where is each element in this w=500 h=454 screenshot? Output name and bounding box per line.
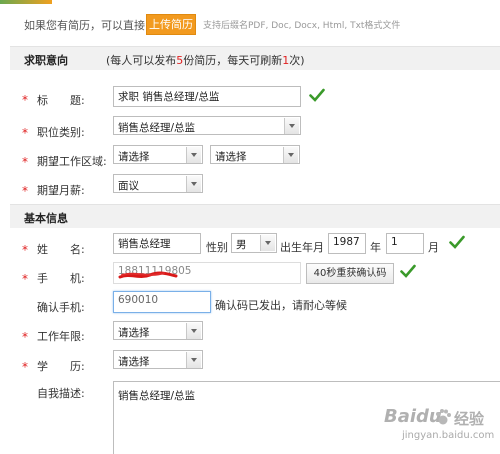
salary-label: 期望月薪:: [37, 184, 85, 197]
section-job-intent: 求职意向 (每人可以发布5份简历，每天可刷新1次): [10, 46, 500, 70]
baidu-jingyan-watermark: Baidu 经验 jingyan.baidu.com: [384, 406, 496, 450]
formats-hint: 支持后缀名PDF, Doc, Docx, Html, Txt格式文件: [203, 21, 401, 31]
job-category-select[interactable]: 销售总经理/总监: [113, 116, 301, 135]
chevron-down-icon: [284, 118, 299, 134]
area-label: 期望工作区域:: [37, 155, 107, 168]
chevron-down-icon: [186, 176, 201, 192]
work-years-select[interactable]: 请选择: [113, 321, 203, 340]
phone-label: 手 机:: [37, 272, 85, 285]
resend-code-button[interactable]: 40秒重获确认码: [306, 263, 394, 284]
years-label: 工作年限:: [37, 330, 85, 343]
site-logo-fragment: [0, 0, 52, 4]
upload-resume-button[interactable]: 上传简历: [146, 14, 196, 35]
province-value: 请选择: [118, 151, 150, 163]
gender-label: 性别: [206, 241, 228, 254]
birth-year-input[interactable]: 1987: [328, 233, 366, 254]
redaction-scribble: [118, 271, 178, 279]
section-title: 求职意向: [24, 54, 68, 67]
birth-month-input[interactable]: 1: [386, 233, 424, 254]
confirm-hint: 确认码已发出，请耐心等候: [215, 299, 347, 312]
required-mark: *: [22, 184, 28, 198]
city-value: 请选择: [215, 151, 247, 163]
chevron-down-icon: [186, 352, 201, 368]
name-label: 姓 名:: [37, 243, 85, 256]
paw-icon: [436, 409, 451, 425]
work-years-value: 请选择: [118, 327, 150, 339]
valid-check-icon: [449, 235, 465, 249]
top-strip: [0, 0, 500, 4]
required-mark: *: [22, 93, 28, 107]
province-select[interactable]: 请选择: [113, 145, 203, 164]
city-select[interactable]: 请选择: [210, 145, 300, 164]
category-label: 职位类别:: [37, 126, 85, 139]
required-mark: *: [22, 155, 28, 169]
education-value: 请选择: [118, 356, 150, 368]
watermark-url: jingyan.baidu.com: [402, 430, 495, 441]
required-mark: *: [22, 126, 28, 140]
has-resume-text: 如果您有简历，可以直接: [24, 19, 145, 32]
section-title: 基本信息: [24, 212, 68, 225]
birth-label: 出生年月: [280, 241, 324, 254]
gender-value: 男: [236, 239, 247, 251]
name-input[interactable]: 销售总经理: [113, 233, 201, 254]
valid-check-icon: [309, 88, 325, 102]
gender-select[interactable]: 男: [231, 233, 277, 253]
chevron-down-icon: [186, 323, 201, 339]
resume-title-input[interactable]: 求职 销售总经理/总监: [113, 86, 301, 107]
required-mark: *: [22, 243, 28, 257]
confirm-label: 确认手机:: [37, 301, 85, 314]
watermark-brand-cn: 经验: [454, 410, 485, 428]
month-unit: 月: [428, 241, 439, 254]
salary-value: 面议: [118, 180, 139, 192]
description-label: 自我描述:: [37, 387, 85, 400]
confirm-code-input[interactable]: 690010: [113, 291, 211, 313]
salary-select[interactable]: 面议: [113, 174, 203, 193]
required-mark: *: [22, 330, 28, 344]
chevron-down-icon: [186, 147, 201, 163]
section-basic-info: 基本信息: [10, 204, 500, 228]
education-label: 学 历:: [37, 360, 85, 373]
job-category-value: 销售总经理/总监: [118, 122, 196, 134]
required-mark: *: [22, 272, 28, 286]
year-unit: 年: [370, 241, 381, 254]
chevron-down-icon: [260, 235, 275, 251]
title-label: 标 题:: [37, 94, 85, 107]
valid-check-icon: [400, 264, 416, 278]
required-mark: *: [22, 360, 28, 374]
education-select[interactable]: 请选择: [113, 350, 203, 369]
section-note: (每人可以发布5份简历，每天可刷新1次): [106, 54, 305, 67]
chevron-down-icon: [283, 147, 298, 163]
